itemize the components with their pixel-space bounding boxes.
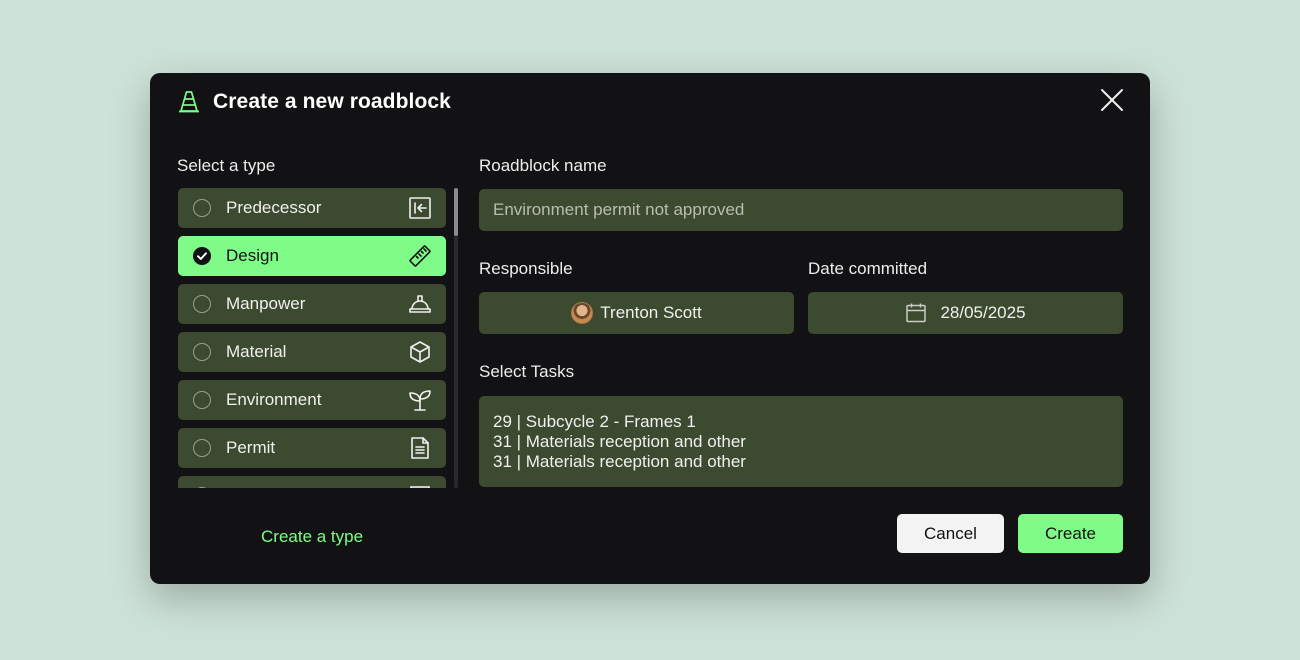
type-item-design[interactable]: Design xyxy=(178,236,446,276)
type-item-material[interactable]: Material xyxy=(178,332,446,372)
type-item-manpower[interactable]: Manpower xyxy=(178,284,446,324)
type-item-predecessor[interactable]: Predecessor xyxy=(178,188,446,228)
radio-checked[interactable] xyxy=(193,247,211,265)
type-item-environment[interactable]: Environment xyxy=(178,380,446,420)
date-committed-picker[interactable]: 28/05/2025 xyxy=(808,292,1123,334)
document-icon xyxy=(411,437,429,459)
task-item: 31 | Materials reception and other xyxy=(493,452,746,471)
responsible-name: Trenton Scott xyxy=(600,303,702,322)
type-item-label: Material xyxy=(226,342,287,361)
create-roadblock-dialog: Create a new roadblock Select a type Pre… xyxy=(150,73,1150,584)
close-icon[interactable] xyxy=(1100,88,1124,112)
type-item-partial[interactable] xyxy=(178,476,446,488)
roadblock-name-input[interactable] xyxy=(479,189,1123,231)
select-tasks-label: Select Tasks xyxy=(479,362,575,381)
type-item-label: Predecessor xyxy=(226,198,322,217)
dialog-title: Create a new roadblock xyxy=(213,90,451,113)
radio-unchecked[interactable] xyxy=(193,439,211,457)
radio-unchecked[interactable] xyxy=(193,199,211,217)
avatar xyxy=(571,302,594,324)
type-item-label: Environment xyxy=(226,390,322,409)
create-button[interactable]: Create xyxy=(1018,514,1123,553)
type-item-permit[interactable]: Permit xyxy=(178,428,446,468)
task-item: 31 | Materials reception and other xyxy=(493,432,746,451)
hard-hat-icon xyxy=(409,295,431,313)
sprout-icon xyxy=(409,390,431,411)
type-list: Predecessor Design Manpower Material Env… xyxy=(178,188,446,488)
tasks-select[interactable]: 29 | Subcycle 2 - Frames 1 31 | Material… xyxy=(479,396,1123,487)
responsible-label: Responsible xyxy=(479,259,573,278)
radio-unchecked[interactable] xyxy=(193,391,211,409)
date-committed-label: Date committed xyxy=(808,259,928,278)
radio-unchecked[interactable] xyxy=(193,487,211,488)
calendar-icon xyxy=(906,303,927,323)
task-item: 29 | Subcycle 2 - Frames 1 xyxy=(493,412,696,431)
ruler-icon xyxy=(409,245,431,267)
date-value: 28/05/2025 xyxy=(940,303,1026,322)
type-item-label: Permit xyxy=(226,438,276,457)
document-icon xyxy=(410,486,430,488)
cancel-button[interactable]: Cancel xyxy=(897,514,1004,553)
type-list-scrollbar[interactable] xyxy=(454,188,458,488)
responsible-select[interactable]: Trenton Scott xyxy=(479,292,794,334)
type-section-label: Select a type xyxy=(177,156,276,175)
radio-unchecked[interactable] xyxy=(193,343,211,361)
cube-icon xyxy=(410,341,430,363)
traffic-cone-icon xyxy=(179,91,199,113)
radio-unchecked[interactable] xyxy=(193,295,211,313)
type-item-label: Design xyxy=(226,246,279,265)
type-item-label: Manpower xyxy=(226,294,306,313)
arrow-left-bar-icon xyxy=(409,197,431,219)
scrollbar-thumb[interactable] xyxy=(454,188,458,236)
dialog-header: Create a new roadblock xyxy=(178,87,451,117)
roadblock-name-label: Roadblock name xyxy=(479,156,607,175)
create-type-link[interactable]: Create a type xyxy=(261,527,363,547)
check-icon xyxy=(197,252,207,260)
